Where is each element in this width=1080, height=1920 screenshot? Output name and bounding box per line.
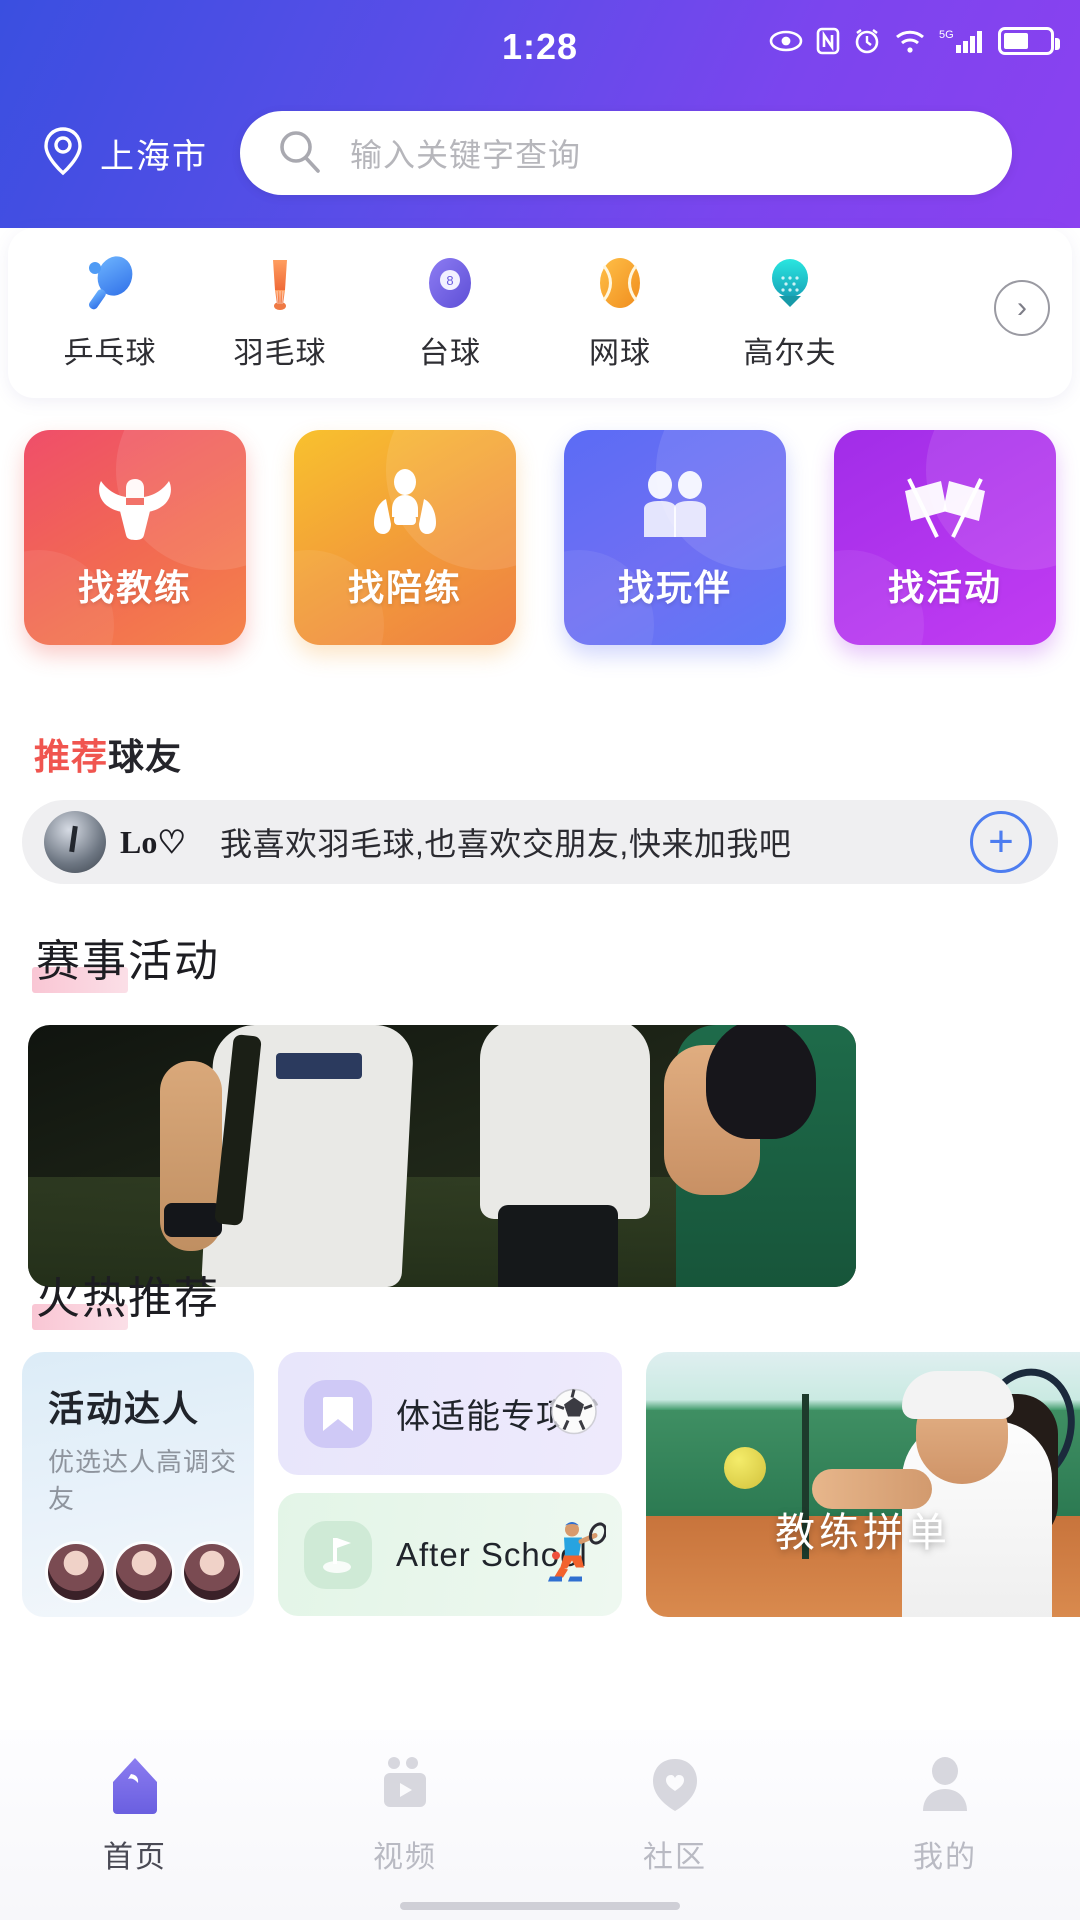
tab-label: 社区: [643, 1841, 707, 1874]
quick-action-find-activity[interactable]: 找活动: [834, 430, 1056, 645]
category-label: 乒乓球: [63, 337, 157, 370]
friend-name: Lo♡: [120, 824, 187, 860]
soccer-ball-icon: [542, 1379, 606, 1448]
badminton-shuttlecock-icon: [251, 254, 309, 312]
tab-label: 我的: [913, 1841, 977, 1874]
category-item-table-tennis[interactable]: 乒乓球: [30, 254, 190, 372]
hot-card-column: 体适能专项 After School: [278, 1352, 622, 1617]
search-input[interactable]: 输入关键字查询: [240, 111, 1012, 195]
card-label: 教练拼单: [775, 1511, 951, 1556]
race-flags-icon: [897, 465, 993, 541]
avatar: [48, 1544, 104, 1600]
tab-label: 视频: [373, 1841, 437, 1874]
signal-5g-icon: 5G: [939, 27, 985, 55]
card-title: 活动达人: [48, 1388, 201, 1429]
category-item-tennis[interactable]: 网球: [540, 254, 700, 372]
card-subtitle: 优选达人高调交友: [48, 1447, 238, 1514]
avatar: [44, 811, 106, 873]
events-section-title: 赛事活动: [32, 925, 220, 993]
tab-home[interactable]: 首页: [0, 1754, 270, 1876]
eye-icon: [769, 29, 803, 53]
quick-action-find-partner[interactable]: 找玩伴: [564, 430, 786, 645]
community-heart-icon: [647, 1754, 703, 1816]
search-row: 上海市 输入关键字查询: [0, 108, 1080, 198]
quick-action-label: 找教练: [77, 566, 192, 608]
svg-text:8: 8: [446, 273, 453, 288]
chevron-right-icon[interactable]: ›: [994, 280, 1050, 336]
plus-circle-icon[interactable]: +: [970, 811, 1032, 873]
location-pin-icon: [40, 126, 86, 181]
category-item-badminton[interactable]: 羽毛球: [200, 254, 360, 372]
muscle-arms-icon: [89, 465, 181, 541]
friend-message: 我喜欢羽毛球,也喜欢交朋友,快来加我吧: [220, 826, 792, 862]
recommend-friends-title: 推荐球友: [34, 728, 182, 780]
quick-action-find-coach[interactable]: 找教练: [24, 430, 246, 645]
tennis-player-icon: [544, 1519, 608, 1590]
search-placeholder: 输入关键字查询: [350, 137, 582, 173]
hot-recommend-row: 活动达人 优选达人高调交友 体适能专项 After School 教练拼单: [0, 1352, 1080, 1617]
avatar: [184, 1544, 240, 1600]
category-label: 台球: [419, 337, 481, 370]
golf-icon: [761, 254, 819, 312]
quick-action-label: 找玩伴: [617, 566, 732, 608]
quick-action-label: 找活动: [887, 566, 1002, 608]
hot-section-title: 火热推荐: [32, 1262, 220, 1330]
avatar: [116, 1544, 172, 1600]
title-highlight: 推荐: [34, 736, 109, 777]
hot-card-daren[interactable]: 活动达人 优选达人高调交友: [22, 1352, 254, 1617]
tab-video[interactable]: 视频: [270, 1754, 540, 1876]
nfc-icon: [816, 27, 840, 55]
category-item-golf[interactable]: 高尔夫: [710, 254, 870, 372]
bookmark-icon: [304, 1379, 372, 1448]
home-indicator: [400, 1902, 680, 1910]
two-people-icon: [632, 465, 718, 541]
status-icons: 5G: [769, 27, 1060, 55]
hot-card-afterschool[interactable]: After School: [278, 1493, 622, 1616]
title-rest: 球友: [108, 736, 183, 777]
quick-action-label: 找陪练: [347, 566, 462, 608]
category-strip: 乒乓球 羽毛球 8 台球 网球 高尔夫 ›: [8, 228, 1072, 398]
tab-label: 首页: [103, 1841, 167, 1874]
category-label: 网球: [589, 337, 651, 370]
section-title-text: 火热推荐: [36, 1274, 220, 1323]
alarm-icon: [853, 27, 881, 55]
battery-icon: [998, 27, 1060, 55]
video-icon: [376, 1754, 434, 1816]
avatar-group: [48, 1544, 254, 1600]
hot-card-fitness[interactable]: 体适能专项: [278, 1352, 622, 1475]
golf-flag-icon: [304, 1520, 372, 1589]
section-title-text: 赛事活动: [36, 937, 220, 986]
quick-action-find-sparring[interactable]: 找陪练: [294, 430, 516, 645]
training-partner-icon: [364, 465, 446, 541]
location-label: 上海市: [100, 137, 208, 176]
category-label: 羽毛球: [233, 337, 327, 370]
profile-icon: [918, 1754, 972, 1816]
location-selector[interactable]: 上海市: [40, 126, 208, 181]
status-bar: 1:28 5G: [0, 0, 1080, 88]
category-item-billiards[interactable]: 8 台球: [370, 254, 530, 372]
tab-profile[interactable]: 我的: [810, 1754, 1080, 1876]
app-header: 1:28 5G 上海市 输入关键字查询: [0, 0, 1080, 228]
wifi-icon: [894, 28, 926, 54]
billiards-ball-icon: 8: [421, 254, 479, 312]
quick-action-row: 找教练 找陪练 找玩伴 找活动: [0, 430, 1080, 670]
table-tennis-icon: [81, 254, 139, 312]
tab-community[interactable]: 社区: [540, 1754, 810, 1876]
category-label: 高尔夫: [743, 337, 837, 370]
event-banner[interactable]: [28, 1025, 856, 1287]
home-icon: [107, 1754, 163, 1816]
tennis-ball-icon: [591, 254, 649, 312]
svg-text:5G: 5G: [939, 29, 954, 41]
recommended-friend-row[interactable]: Lo♡ 我喜欢羽毛球,也喜欢交朋友,快来加我吧 +: [22, 800, 1058, 884]
hot-card-coach[interactable]: 教练拼单: [646, 1352, 1080, 1617]
bottom-tab-bar: 首页 视频 社区 我的: [0, 1730, 1080, 1920]
search-icon: [276, 127, 324, 180]
